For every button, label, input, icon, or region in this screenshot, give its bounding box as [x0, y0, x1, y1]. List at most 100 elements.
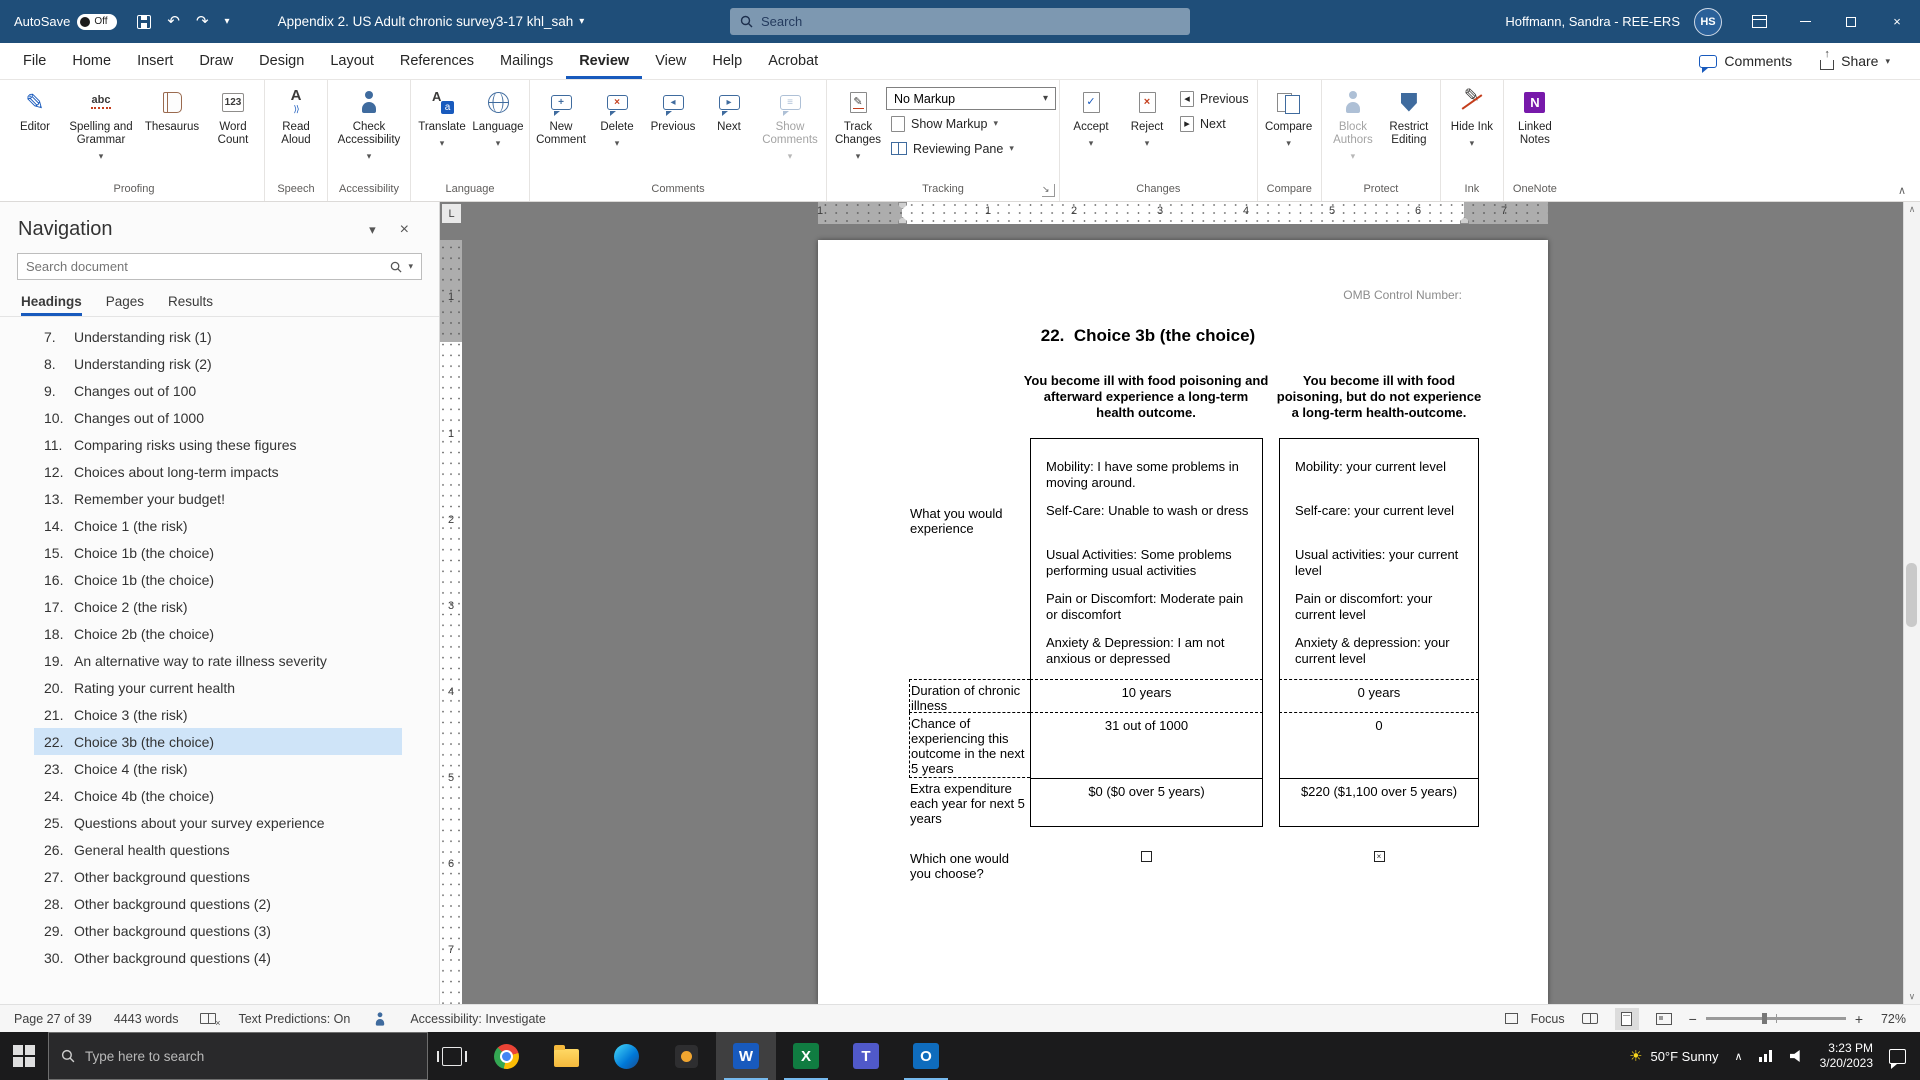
- restore-button[interactable]: [1828, 0, 1874, 43]
- right-indent-marker[interactable]: [1460, 217, 1469, 224]
- nav-heading-item[interactable]: 28. Other background questions (2): [34, 890, 402, 917]
- word-count-button[interactable]: Word Count: [205, 83, 261, 147]
- customize-qat-chevron-icon[interactable]: [225, 16, 230, 27]
- nav-heading-item[interactable]: 14. Choice 1 (the risk): [34, 512, 402, 539]
- translate-button[interactable]: Translate: [414, 83, 470, 150]
- accessibility-indicator[interactable]: Accessibility: Investigate: [410, 1012, 545, 1026]
- nav-heading-item[interactable]: 15. Choice 1b (the choice): [34, 539, 402, 566]
- nav-heading-item[interactable]: 30. Other background questions (4): [34, 944, 402, 971]
- scrollbar-thumb[interactable]: [1906, 563, 1917, 627]
- nav-heading-item[interactable]: 21. Choice 3 (the risk): [34, 701, 402, 728]
- nav-heading-item[interactable]: 18. Choice 2b (the choice): [34, 620, 402, 647]
- close-button[interactable]: [1874, 0, 1920, 43]
- avatar[interactable]: HS: [1694, 8, 1722, 36]
- tracking-dialog-launcher[interactable]: [1042, 184, 1055, 197]
- scroll-down-arrow-icon[interactable]: [1904, 991, 1920, 1002]
- share-button[interactable]: Share: [1820, 53, 1890, 70]
- weather-widget[interactable]: 50°F Sunny: [1629, 1047, 1719, 1065]
- zoom-slider[interactable]: [1706, 1017, 1846, 1020]
- ribbon-tab[interactable]: Insert: [124, 43, 186, 79]
- navigation-tab[interactable]: Pages: [106, 294, 144, 316]
- check-accessibility-button[interactable]: Check Accessibility: [331, 83, 407, 163]
- restrict-editing-button[interactable]: Restrict Editing: [1381, 83, 1437, 147]
- next-change-button[interactable]: Next: [1175, 112, 1254, 135]
- vertical-ruler[interactable]: 11234567: [440, 224, 462, 1004]
- nav-heading-item[interactable]: 12. Choices about long-term impacts: [34, 458, 402, 485]
- ribbon-tab[interactable]: Help: [699, 43, 755, 79]
- taskbar-search-input[interactable]: [85, 1049, 415, 1064]
- autosave-toggle[interactable]: AutoSave Off: [14, 14, 117, 30]
- task-view-button[interactable]: [428, 1032, 476, 1080]
- accept-button[interactable]: Accept: [1063, 83, 1119, 150]
- choice1-checkbox[interactable]: [1141, 851, 1152, 862]
- thesaurus-button[interactable]: Thesaurus: [139, 83, 205, 134]
- nav-heading-item[interactable]: 19. An alternative way to rate illness s…: [34, 647, 402, 674]
- nav-heading-item[interactable]: 11. Comparing risks using these figures: [34, 431, 402, 458]
- clock[interactable]: 3:23 PM 3/20/2023: [1820, 1041, 1873, 1071]
- nav-heading-item[interactable]: 8. Understanding risk (2): [34, 350, 402, 377]
- first-line-indent-marker[interactable]: [898, 202, 907, 209]
- start-button[interactable]: [0, 1032, 48, 1080]
- ribbon-display-options-button[interactable]: [1736, 0, 1782, 43]
- linked-notes-button[interactable]: Linked Notes: [1507, 83, 1563, 147]
- navigation-tab[interactable]: Results: [168, 294, 213, 316]
- taskbar-app-word[interactable]: W: [716, 1032, 776, 1080]
- block-authors-button[interactable]: Block Authors: [1325, 83, 1381, 163]
- zoom-out-button[interactable]: [1689, 1011, 1697, 1027]
- ribbon-tab[interactable]: Design: [246, 43, 317, 79]
- ribbon-tab[interactable]: Mailings: [487, 43, 566, 79]
- hide-ink-button[interactable]: Hide Ink: [1444, 83, 1500, 150]
- proofing-status-icon[interactable]: [200, 1013, 216, 1024]
- new-comment-button[interactable]: New Comment: [533, 83, 589, 147]
- navigation-close-icon[interactable]: [388, 221, 421, 239]
- zoom-in-button[interactable]: [1855, 1011, 1863, 1027]
- nav-heading-item[interactable]: 26. General health questions: [34, 836, 402, 863]
- minimize-button[interactable]: [1782, 0, 1828, 43]
- print-layout-button[interactable]: [1615, 1008, 1639, 1030]
- ribbon-tab[interactable]: Layout: [317, 43, 387, 79]
- nav-search-box[interactable]: [17, 253, 422, 280]
- nav-heading-item[interactable]: 10. Changes out of 1000: [34, 404, 402, 431]
- search-input[interactable]: [761, 14, 1180, 29]
- nav-heading-item[interactable]: 24. Choice 4b (the choice): [34, 782, 402, 809]
- taskbar-app-photos[interactable]: [656, 1032, 716, 1080]
- nav-heading-item[interactable]: 7. Understanding risk (1): [34, 323, 402, 350]
- nav-heading-item[interactable]: 9. Changes out of 100: [34, 377, 402, 404]
- web-layout-button[interactable]: [1652, 1008, 1676, 1030]
- nav-search-icon[interactable]: [390, 261, 402, 273]
- document-page[interactable]: OMB Control Number: 22. Choice 3b (the c…: [818, 240, 1548, 1004]
- spelling-grammar-button[interactable]: Spelling and Grammar: [63, 83, 139, 163]
- taskbar-app-edge[interactable]: [596, 1032, 656, 1080]
- choice2-checkbox[interactable]: ×: [1374, 851, 1385, 862]
- display-for-review-select[interactable]: No Markup: [886, 87, 1056, 110]
- taskbar-search-box[interactable]: [48, 1032, 428, 1080]
- reject-button[interactable]: Reject: [1119, 83, 1175, 150]
- read-mode-button[interactable]: [1578, 1008, 1602, 1030]
- nav-heading-item[interactable]: 23. Choice 4 (the risk): [34, 755, 402, 782]
- show-markup-button[interactable]: Show Markup: [886, 112, 1056, 135]
- ribbon-tab[interactable]: Draw: [186, 43, 246, 79]
- titlebar-search[interactable]: [730, 8, 1190, 35]
- network-icon[interactable]: [1759, 1050, 1774, 1062]
- show-comments-button[interactable]: Show Comments: [757, 83, 823, 163]
- word-count-indicator[interactable]: 4443 words: [114, 1012, 179, 1026]
- accessibility-status-icon[interactable]: [376, 1012, 386, 1025]
- taskbar-app-outlook[interactable]: O: [896, 1032, 956, 1080]
- taskbar-app-chrome[interactable]: [476, 1032, 536, 1080]
- vertical-scrollbar[interactable]: [1903, 202, 1920, 1004]
- nav-search-input[interactable]: [26, 259, 384, 274]
- ribbon-tab[interactable]: References: [387, 43, 487, 79]
- action-center-button[interactable]: [1889, 1049, 1906, 1064]
- comments-button[interactable]: Comments: [1699, 53, 1792, 69]
- delete-comment-button[interactable]: Delete: [589, 83, 645, 150]
- document-title[interactable]: Appendix 2. US Adult chronic survey3-17 …: [278, 14, 585, 29]
- ribbon-tab[interactable]: Acrobat: [755, 43, 831, 79]
- read-aloud-button[interactable]: Read Aloud: [268, 83, 324, 147]
- nav-heading-item[interactable]: 20. Rating your current health: [34, 674, 402, 701]
- reviewing-pane-button[interactable]: Reviewing Pane: [886, 137, 1056, 160]
- nav-search-chevron-icon[interactable]: [408, 261, 413, 272]
- language-button[interactable]: Language: [470, 83, 526, 150]
- track-changes-button[interactable]: Track Changes: [830, 83, 886, 163]
- undo-icon[interactable]: [167, 14, 180, 29]
- ribbon-tab[interactable]: File: [10, 43, 59, 79]
